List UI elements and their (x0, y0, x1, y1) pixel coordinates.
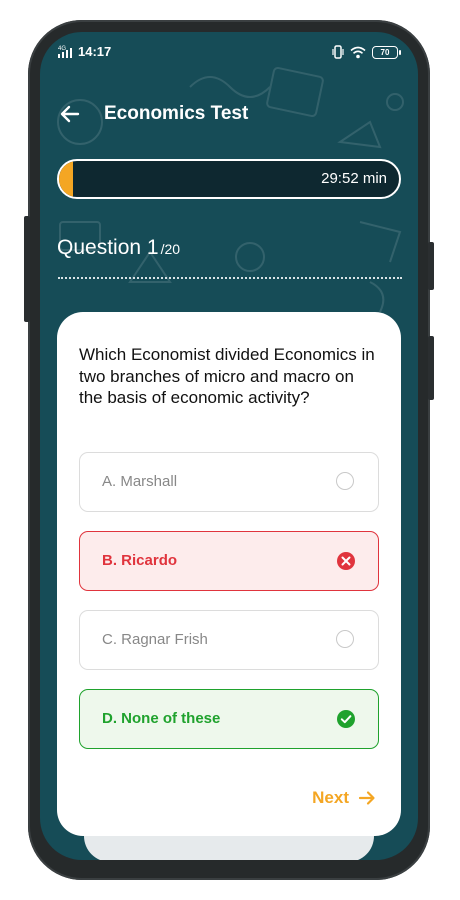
status-bar: 4G 14:17 70 (56, 42, 402, 62)
power-button (428, 336, 434, 400)
status-time: 14:17 (78, 44, 112, 59)
option-c[interactable]: C. Ragnar Frish (79, 610, 379, 670)
app-screen: 4G 14:17 70 Economics Test 29:52 min Que… (40, 32, 418, 860)
question-counter: Question 1/20 (57, 236, 180, 260)
signal-icon: 4G (58, 46, 72, 58)
option-label: D. None of these (102, 710, 221, 727)
option-label: C. Ragnar Frish (102, 631, 208, 648)
question-total: /20 (160, 241, 181, 257)
option-d[interactable]: D. None of these (79, 689, 379, 749)
vibrate-icon (332, 45, 344, 59)
option-b[interactable]: B. Ricardo (79, 531, 379, 591)
question-card: Which Economist divided Economics in two… (57, 312, 401, 836)
battery-icon: 70 (372, 45, 401, 59)
question-number: Question 1 (57, 236, 159, 259)
radio-empty-icon (336, 630, 354, 648)
option-label: A. Marshall (102, 473, 178, 490)
question-text: Which Economist divided Economics in two… (79, 345, 375, 407)
timer-text: 29:52 min (321, 170, 387, 187)
radio-empty-icon (336, 472, 354, 490)
next-button[interactable]: Next (312, 786, 377, 810)
timer-progress-bar: 29:52 min (57, 159, 401, 199)
back-arrow-icon[interactable] (58, 102, 82, 126)
progress-fill (59, 161, 73, 197)
option-a[interactable]: A. Marshall (79, 452, 379, 512)
wrong-answer-icon (337, 552, 355, 570)
wifi-icon (350, 46, 366, 58)
dotted-divider (58, 277, 402, 279)
page-title: Economics Test (104, 103, 249, 124)
correct-answer-icon (337, 710, 355, 728)
next-label: Next (312, 788, 349, 807)
arrow-right-icon (358, 791, 375, 805)
option-label: B. Ricardo (102, 552, 178, 569)
side-button (428, 242, 434, 290)
volume-button (24, 216, 30, 322)
network-type: 4G (58, 46, 66, 52)
